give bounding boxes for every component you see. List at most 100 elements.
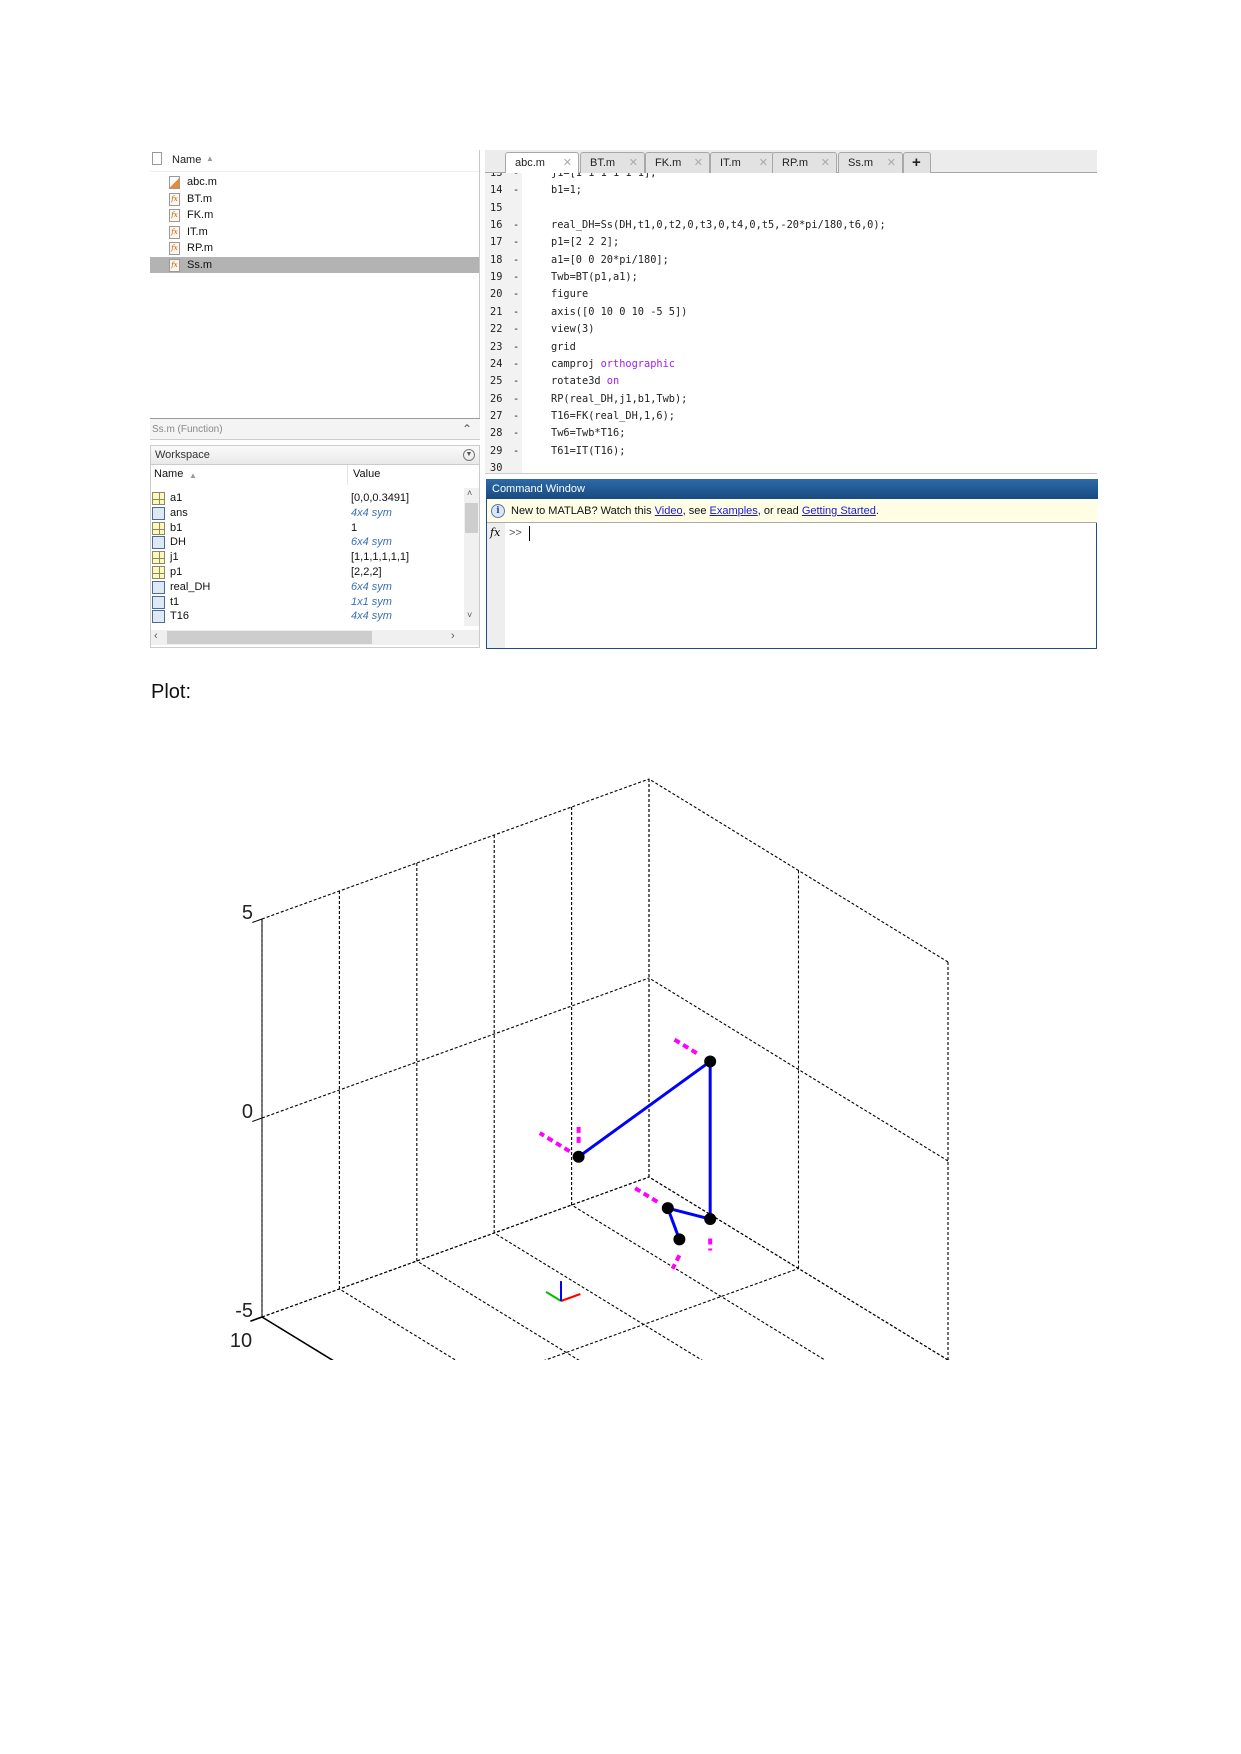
file-item[interactable]: fx FK.m bbox=[150, 207, 479, 223]
editor-tab[interactable]: Ss.m ✕ bbox=[838, 152, 903, 173]
breakpoint-marker[interactable]: - bbox=[513, 252, 519, 269]
scroll-thumb[interactable] bbox=[167, 631, 372, 644]
scroll-thumb[interactable] bbox=[465, 503, 478, 533]
variable-name: j1 bbox=[170, 551, 179, 564]
breakpoint-marker[interactable]: - bbox=[513, 373, 519, 390]
workspace-name-header[interactable]: Name bbox=[154, 468, 183, 480]
scroll-left-icon[interactable]: ‹ bbox=[154, 630, 158, 642]
file-item[interactable]: fx BT.m bbox=[150, 191, 479, 207]
breakpoint-marker[interactable]: - bbox=[513, 443, 519, 460]
code-token: a1=[0 0 20*pi/180]; bbox=[551, 253, 669, 266]
breakpoint-marker[interactable]: - bbox=[513, 234, 519, 251]
breakpoint-marker[interactable]: - bbox=[513, 356, 519, 373]
text-cursor[interactable] bbox=[529, 526, 530, 541]
command-window[interactable]: Command Window i New to MATLAB? Watch th… bbox=[486, 479, 1098, 649]
file-list-header[interactable]: Name ▲ bbox=[150, 150, 479, 172]
editor-tab[interactable]: RP.m ✕ bbox=[772, 152, 837, 173]
editor-tab[interactable]: IT.m ✕ bbox=[710, 152, 775, 173]
scroll-down-icon[interactable]: ˅ bbox=[467, 610, 472, 620]
base-x-axis bbox=[560, 1293, 581, 1302]
code-line[interactable]: 16- real_DH=Ss(DH,t1,0,t2,0,t3,0,t4,0,t5,… bbox=[485, 217, 1097, 234]
breakpoint-marker[interactable]: - bbox=[513, 339, 519, 356]
gridline bbox=[339, 1288, 457, 1360]
code-line[interactable]: 13 - j1=[1 1 1 1 1 1]; bbox=[485, 173, 1097, 182]
examples-link[interactable]: Examples bbox=[710, 505, 758, 517]
y-tick-label: 10 bbox=[230, 1330, 252, 1352]
robot-3d-plot[interactable]: 02468100510-505 bbox=[0, 700, 1241, 1360]
breakpoint-marker[interactable]: - bbox=[513, 304, 519, 321]
code-line[interactable]: 18- a1=[0 0 20*pi/180]; bbox=[485, 252, 1097, 269]
workspace-actions-icon[interactable]: ▼ bbox=[463, 449, 475, 461]
code-line[interactable]: 27- T16=FK(real_DH,1,6); bbox=[485, 408, 1097, 425]
code-line[interactable]: 29- T61=IT(T16); bbox=[485, 443, 1097, 460]
line-number: 23 bbox=[490, 340, 503, 353]
code-editor[interactable]: abc.m ✕ BT.m ✕ FK.m ✕ IT.m ✕ RP.m ✕ Ss.m ✕ + 13 - j1=[… bbox=[485, 150, 1097, 474]
breakpoint-marker[interactable]: - bbox=[513, 321, 519, 338]
code-line[interactable]: 17- p1=[2 2 2]; bbox=[485, 234, 1097, 251]
code-line[interactable]: 28- Tw6=Twb*T16; bbox=[485, 425, 1097, 442]
code-line[interactable]: 19- Twb=BT(p1,a1); bbox=[485, 269, 1097, 286]
close-tab-icon[interactable]: ✕ bbox=[821, 153, 830, 173]
chevron-up-icon[interactable]: ⌃ bbox=[462, 419, 472, 440]
code-line[interactable]: 22- view(3) bbox=[485, 321, 1097, 338]
robot-joint bbox=[572, 1150, 585, 1163]
editor-tab[interactable]: FK.m ✕ bbox=[645, 152, 710, 173]
code-line[interactable]: 30 bbox=[485, 460, 1097, 473]
code-token: grid bbox=[551, 340, 576, 353]
breakpoint-marker[interactable]: - bbox=[513, 391, 519, 408]
breakpoint-marker[interactable]: - bbox=[513, 286, 519, 303]
editor-tab[interactable]: BT.m ✕ bbox=[580, 152, 645, 173]
close-tab-icon[interactable]: ✕ bbox=[563, 153, 572, 173]
gridline bbox=[493, 1232, 703, 1360]
code-line[interactable]: 23- grid bbox=[485, 339, 1097, 356]
code-line[interactable]: 20- figure bbox=[485, 286, 1097, 303]
close-tab-icon[interactable]: ✕ bbox=[694, 153, 703, 173]
workspace-value-header[interactable]: Value bbox=[353, 468, 380, 480]
code-token: axis([0 10 0 10 -5 5]) bbox=[551, 305, 688, 318]
close-tab-icon[interactable]: ✕ bbox=[887, 153, 896, 173]
getting-started-link[interactable]: Getting Started bbox=[802, 505, 876, 517]
code-line[interactable]: 14- b1=1; bbox=[485, 182, 1097, 199]
close-tab-icon[interactable]: ✕ bbox=[759, 153, 768, 173]
editor-tab[interactable]: abc.m ✕ bbox=[505, 152, 579, 174]
breakpoint-marker[interactable]: - bbox=[513, 425, 519, 442]
breakpoint-marker[interactable]: - bbox=[513, 408, 519, 425]
code-line[interactable]: 21- axis([0 10 0 10 -5 5]) bbox=[485, 304, 1097, 321]
breakpoint-marker[interactable]: - bbox=[513, 173, 519, 182]
scroll-right-icon[interactable]: › bbox=[451, 630, 455, 642]
file-item[interactable]: fx Ss.m bbox=[150, 256, 479, 273]
info-text: , see bbox=[682, 505, 710, 517]
name-column-header[interactable]: Name bbox=[172, 154, 201, 166]
breakpoint-marker[interactable]: - bbox=[513, 269, 519, 286]
code-text: figure bbox=[551, 286, 588, 303]
line-number: 16 bbox=[490, 219, 503, 232]
z-tick-label: -5 bbox=[235, 1300, 253, 1322]
breakpoint-marker[interactable]: - bbox=[513, 217, 519, 234]
base-y-axis bbox=[545, 1290, 562, 1302]
info-text: , or read bbox=[757, 505, 802, 517]
code-token: p1=[2 2 2]; bbox=[551, 236, 620, 249]
breakpoint-marker[interactable]: - bbox=[513, 182, 519, 199]
file-name: abc.m bbox=[187, 176, 217, 188]
code-line[interactable]: 25- rotate3d on bbox=[485, 373, 1097, 390]
video-link[interactable]: Video bbox=[655, 505, 683, 517]
code-line[interactable]: 24- camproj orthographic bbox=[485, 356, 1097, 373]
file-item[interactable]: abc.m bbox=[150, 174, 479, 190]
function-browser-icon[interactable]: fx bbox=[490, 526, 500, 539]
workspace-row[interactable]: T16 4x4 sym bbox=[151, 608, 461, 625]
robot-joint bbox=[673, 1233, 686, 1246]
code-token: camproj bbox=[551, 357, 601, 370]
horizontal-scrollbar[interactable]: ‹ › bbox=[151, 630, 479, 645]
close-tab-icon[interactable]: ✕ bbox=[629, 153, 638, 173]
code-line[interactable]: 15 bbox=[485, 200, 1097, 217]
matrix-variable-icon bbox=[152, 551, 165, 565]
details-bar[interactable]: Ss.m (Function) ⌃ bbox=[150, 418, 480, 440]
scroll-up-icon[interactable]: ˄ bbox=[467, 488, 472, 498]
matrix-variable-icon bbox=[152, 492, 165, 505]
gridline bbox=[648, 1176, 949, 1360]
code-line[interactable]: 26- RP(real_DH,j1,b1,Twb); bbox=[485, 391, 1097, 408]
new-tab-button[interactable]: + bbox=[903, 152, 931, 173]
file-item[interactable]: fx IT.m bbox=[150, 224, 479, 240]
file-item[interactable]: fx RP.m bbox=[150, 240, 479, 256]
vertical-scrollbar[interactable]: ˄ ˅ bbox=[464, 488, 479, 626]
